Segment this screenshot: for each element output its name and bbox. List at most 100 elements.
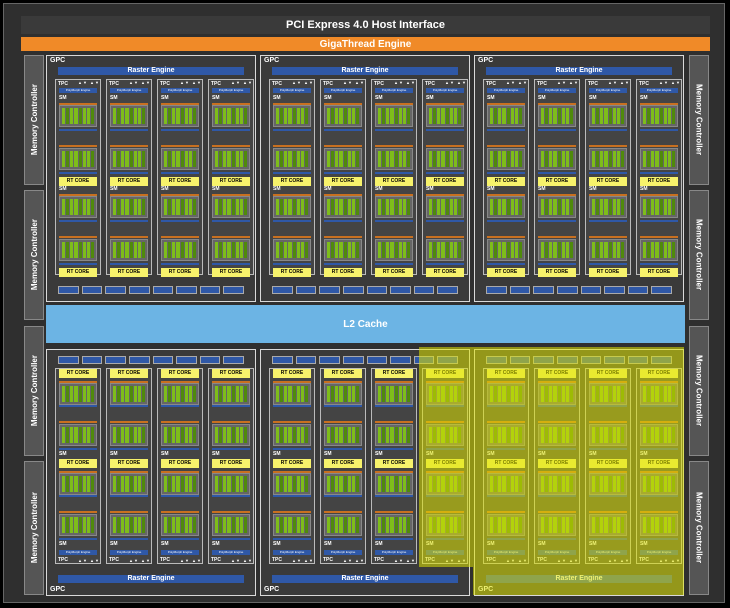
sm-label: SM — [375, 541, 383, 547]
cuda-core-block — [375, 148, 413, 170]
memory-controller-label: Memory Controller — [694, 84, 704, 156]
warp-scheduler-bar — [538, 145, 576, 147]
tpc-block: TPC▲▼ ▲▼PolyMorph EngineSMRT CORESMRT CO… — [585, 79, 631, 277]
warp-scheduler-bar — [640, 145, 678, 147]
polymorph-engine: PolyMorph Engine — [324, 88, 362, 93]
sm-label: SM — [59, 186, 67, 192]
cuda-core-block — [589, 105, 627, 127]
register-bar — [273, 220, 311, 222]
sm-label: SM — [487, 186, 495, 192]
streaming-multiprocessor: SM RT CORE — [59, 369, 97, 464]
sm-label: SM — [640, 95, 648, 101]
cuda-core-block — [375, 196, 413, 218]
memory-controller: Memory Controller — [689, 55, 709, 185]
tpc-label: TPC — [486, 81, 496, 87]
streaming-multiprocessor: SM RT CORE — [324, 95, 362, 188]
register-bar — [375, 172, 413, 174]
register-bar — [59, 263, 97, 265]
register-bar — [161, 220, 199, 222]
tpc-label: TPC — [374, 557, 384, 563]
cuda-core-block — [324, 514, 362, 536]
polymorph-engine: PolyMorph Engine — [538, 88, 576, 93]
register-bar — [212, 129, 250, 131]
register-bar — [538, 220, 576, 222]
gpc-label: GPC — [264, 586, 280, 593]
cuda-core-block — [110, 514, 148, 536]
warp-scheduler-bar — [324, 145, 362, 147]
tpc-arrows: ▲▼ ▲▼ — [343, 558, 365, 563]
tpc-label: TPC — [58, 557, 68, 563]
rt-core: RT CORE — [589, 177, 627, 186]
rt-core: RT CORE — [375, 177, 413, 186]
cuda-core-block — [426, 196, 464, 218]
sm-label: SM — [324, 95, 332, 101]
gpc-label: GPC — [50, 586, 66, 593]
memory-controller: Memory Controller — [24, 461, 44, 595]
tpc-arrows: ▲▼ ▲▼ — [78, 558, 100, 563]
cuda-core-block — [487, 105, 525, 127]
warp-scheduler-bar — [487, 145, 525, 147]
cuda-core-block — [589, 239, 627, 261]
register-bar — [589, 263, 627, 265]
streaming-multiprocessor: SM RT CORE — [487, 95, 525, 188]
tpc-label: TPC — [323, 81, 333, 87]
memory-controller-label: Memory Controller — [694, 219, 704, 291]
tpc-block: TPC▲▼ ▲▼PolyMorph EngineSMRT CORESMRT CO… — [106, 79, 152, 277]
streaming-multiprocessor: SM RT CORE — [110, 95, 148, 188]
register-bar — [589, 172, 627, 174]
rt-core: RT CORE — [212, 268, 250, 277]
cuda-core-block — [212, 473, 250, 495]
warp-scheduler-bar — [59, 421, 97, 423]
memory-controller-label: Memory Controller — [29, 492, 39, 564]
tpc-label: TPC — [323, 557, 333, 563]
warp-scheduler-bar — [487, 236, 525, 238]
cuda-core-block — [161, 105, 199, 127]
memory-controller: Memory Controller — [689, 326, 709, 456]
cuda-core-block — [110, 424, 148, 446]
l1-memory-bar — [58, 356, 244, 364]
rt-core: RT CORE — [538, 268, 576, 277]
cuda-core-block — [487, 148, 525, 170]
tpc-arrows: ▲▼ ▲▼ — [506, 80, 528, 85]
memory-controller-label: Memory Controller — [694, 492, 704, 564]
sm-label: SM — [426, 95, 434, 101]
cuda-core-block — [426, 105, 464, 127]
cuda-core-block — [273, 148, 311, 170]
cuda-core-block — [212, 383, 250, 405]
streaming-multiprocessor: SM RT CORE — [375, 369, 413, 464]
streaming-multiprocessor: SM RT CORE — [110, 369, 148, 464]
register-bar — [110, 538, 148, 540]
raster-engine: Raster Engine — [272, 67, 458, 75]
register-bar — [59, 220, 97, 222]
sm-label: SM — [161, 186, 169, 192]
gigathread-engine: GigaThread Engine — [21, 37, 710, 51]
register-bar — [426, 220, 464, 222]
polymorph-engine: PolyMorph Engine — [487, 88, 525, 93]
sm-label: SM — [273, 451, 281, 457]
warp-scheduler-bar — [212, 236, 250, 238]
register-bar — [273, 405, 311, 407]
gpc-block: GPC Raster Engine TPC ▲▼ ▲▼ PolyMorph Engine… — [474, 55, 684, 302]
cuda-core-block — [324, 148, 362, 170]
cuda-core-block — [487, 239, 525, 261]
warp-scheduler-bar — [273, 421, 311, 423]
sm-label: SM — [273, 95, 281, 101]
tpc-block: TPC▲▼ ▲▼PolyMorph EngineSMRT CORESMRT CO… — [157, 368, 203, 564]
sm-label: SM — [324, 541, 332, 547]
streaming-multiprocessor: SM RT CORE — [426, 186, 464, 279]
tpc-arrows: ▲▼ ▲▼ — [394, 558, 416, 563]
tpc-arrows: ▲▼ ▲▼ — [129, 558, 151, 563]
pci-express-host-interface: PCI Express 4.0 Host Interface — [21, 16, 710, 34]
gpc-block: GPC Raster Engine TPC ▲▼ ▲▼ PolyMorph Engine… — [46, 55, 256, 302]
cuda-core-block — [640, 148, 678, 170]
cuda-core-block — [59, 473, 97, 495]
warp-scheduler-bar — [59, 511, 97, 513]
sm-label: SM — [161, 541, 169, 547]
register-bar — [538, 172, 576, 174]
cuda-core-block — [538, 148, 576, 170]
rt-core: RT CORE — [110, 459, 148, 468]
register-bar — [161, 495, 199, 497]
sm-label: SM — [487, 95, 495, 101]
register-bar — [212, 538, 250, 540]
tpc-arrows: ▲▼ ▲▼ — [659, 80, 681, 85]
